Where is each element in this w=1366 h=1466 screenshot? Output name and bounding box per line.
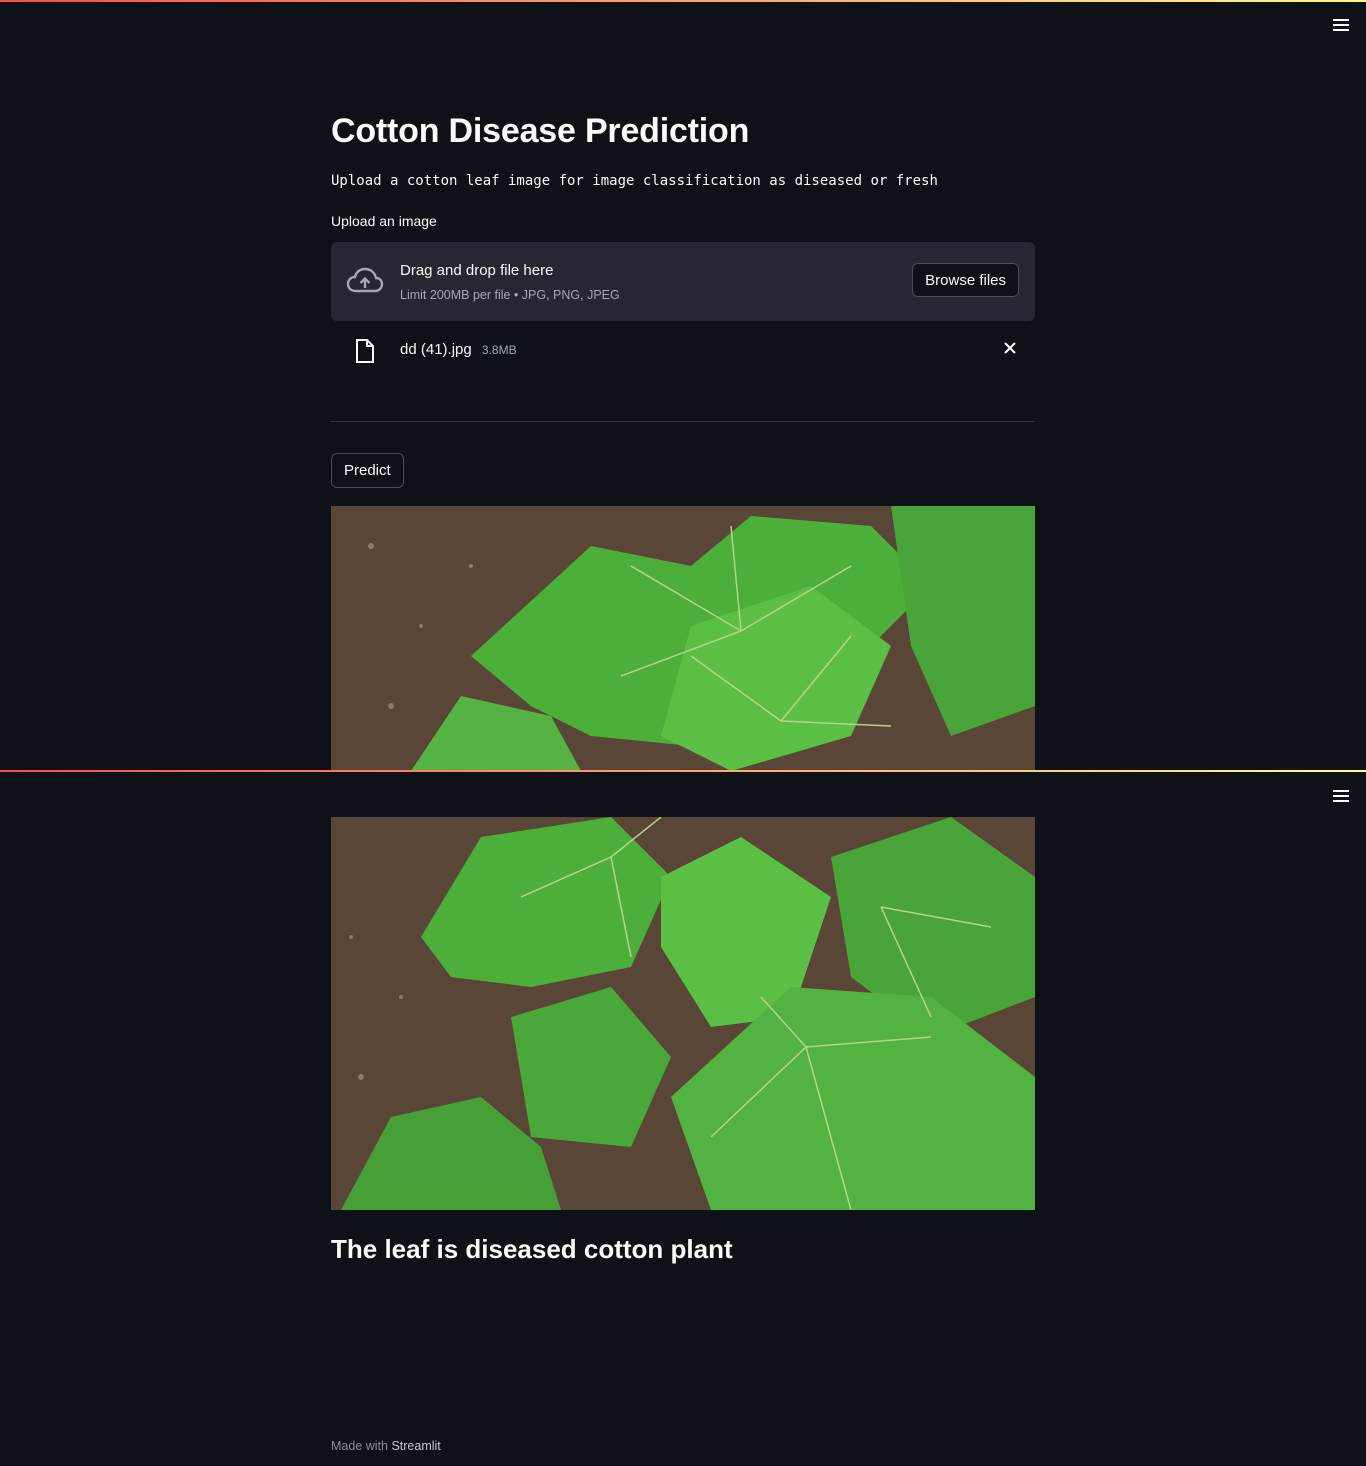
- cloud-upload-icon: [346, 267, 384, 300]
- uploaded-file-name: dd (41).jpg: [400, 341, 472, 358]
- page-title: Cotton Disease Prediction: [331, 112, 750, 150]
- main-menu-button[interactable]: [1330, 14, 1352, 36]
- remove-file-close-icon[interactable]: [1003, 341, 1017, 360]
- top-decoration-bar-second: [0, 770, 1366, 772]
- prediction-result: The leaf is diseased cotton plant: [331, 1234, 733, 1264]
- main-menu-button-second[interactable]: [1330, 785, 1352, 807]
- streamlit-link[interactable]: Streamlit: [391, 1439, 440, 1453]
- divider: [331, 421, 1035, 422]
- uploaded-file-size: 3.8MB: [481, 343, 517, 357]
- dropzone-limit-text: Limit 200MB per file • JPG, PNG, JPEG: [400, 288, 620, 302]
- uploader-label: Upload an image: [331, 213, 437, 229]
- dropzone-title: Drag and drop file here: [400, 262, 554, 279]
- uploaded-leaf-image-bottom: [331, 817, 1035, 1210]
- footer: Made with Streamlit: [331, 1439, 441, 1453]
- top-decoration-bar: [0, 0, 1366, 2]
- page-subtitle: Upload a cotton leaf image for image cla…: [331, 173, 938, 189]
- hamburger-menu-icon: [1333, 19, 1349, 31]
- uploaded-leaf-image-top: [331, 506, 1035, 771]
- hamburger-menu-icon: [1333, 790, 1349, 802]
- predict-button[interactable]: Predict: [331, 453, 404, 488]
- uploaded-file-row: dd (41).jpg 3.8MB: [331, 333, 1035, 369]
- footer-prefix: Made with: [331, 1439, 392, 1453]
- file-icon: [355, 339, 375, 368]
- browse-files-button[interactable]: Browse files: [912, 263, 1019, 297]
- file-dropzone[interactable]: Drag and drop file here Limit 200MB per …: [331, 242, 1035, 321]
